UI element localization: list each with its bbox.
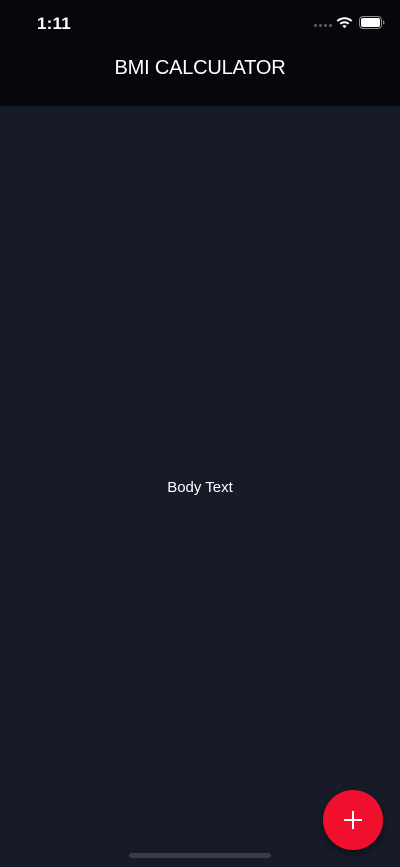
home-indicator[interactable] (129, 853, 271, 858)
status-bar: 1:11 (0, 0, 400, 48)
wifi-icon (336, 17, 353, 29)
app-bar: BMI CALCULATOR (0, 48, 400, 106)
body-text: Body Text (167, 479, 233, 496)
signal-dots-icon (314, 24, 332, 27)
main-content: Body Text (0, 106, 400, 867)
add-button[interactable] (323, 790, 383, 850)
battery-icon (359, 16, 385, 29)
page-title: BMI CALCULATOR (114, 57, 286, 80)
plus-icon (344, 811, 362, 829)
status-time: 1:11 (37, 14, 71, 33)
